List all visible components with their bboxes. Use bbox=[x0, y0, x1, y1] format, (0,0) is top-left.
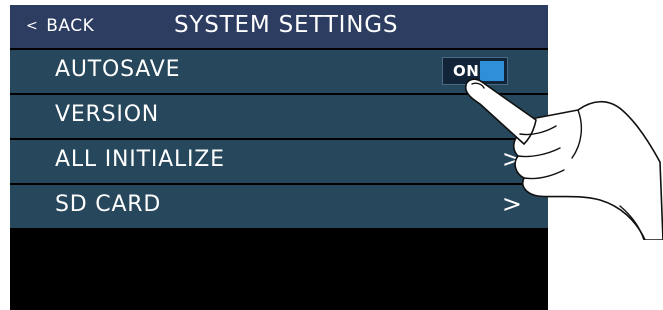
menu-item-all-initialize[interactable]: ALL INITIALIZE > bbox=[10, 140, 548, 183]
autosave-toggle[interactable]: ON bbox=[442, 57, 508, 85]
menu-item-label: AUTOSAVE bbox=[55, 57, 181, 82]
chevron-left-icon: < bbox=[26, 18, 39, 34]
chevron-right-icon: > bbox=[501, 145, 522, 173]
menu-item-sd-card[interactable]: SD CARD > bbox=[10, 185, 548, 228]
menu-item-autosave[interactable]: AUTOSAVE ON bbox=[10, 50, 548, 93]
chevron-right-icon: > bbox=[501, 190, 522, 218]
page-title: SYSTEM SETTINGS bbox=[174, 12, 399, 38]
settings-menu: AUTOSAVE ON VERSION ALL INITIALIZE > SD … bbox=[10, 50, 548, 230]
back-label: BACK bbox=[46, 16, 95, 36]
back-button[interactable]: < BACK bbox=[26, 16, 94, 36]
menu-item-version[interactable]: VERSION bbox=[10, 95, 548, 138]
header-bar: < BACK SYSTEM SETTINGS bbox=[10, 5, 548, 48]
menu-item-label: ALL INITIALIZE bbox=[55, 147, 225, 172]
toggle-state-label: ON bbox=[453, 62, 480, 80]
menu-item-label: SD CARD bbox=[55, 192, 162, 217]
toggle-knob bbox=[480, 61, 504, 81]
menu-item-label: VERSION bbox=[55, 102, 160, 127]
settings-screen: < BACK SYSTEM SETTINGS AUTOSAVE ON VERSIO… bbox=[10, 5, 548, 310]
